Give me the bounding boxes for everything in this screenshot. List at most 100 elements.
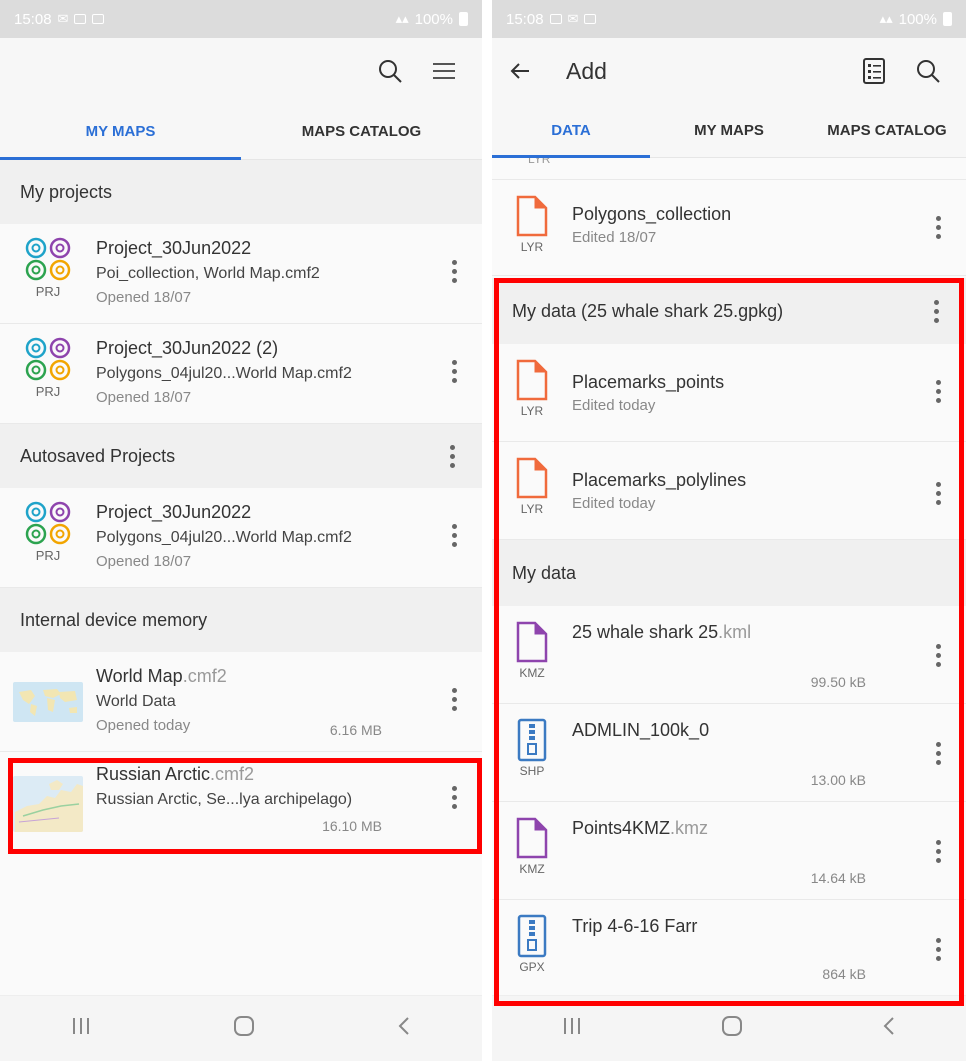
section-title: Internal device memory bbox=[20, 609, 208, 630]
layer-title: Polygons_collection bbox=[572, 204, 732, 224]
layer-title: Placemarks_points bbox=[572, 372, 725, 392]
more-options-icon[interactable] bbox=[442, 444, 462, 468]
map-item[interactable]: World Map.cmf2 World Data Opened today 6… bbox=[0, 652, 482, 752]
checklist-icon[interactable] bbox=[854, 51, 894, 91]
status-time: 15:08 bbox=[506, 10, 544, 28]
search-icon[interactable] bbox=[370, 51, 410, 91]
data-file-item[interactable]: GPX Trip 4-6-16 Farr 864 kB bbox=[492, 900, 966, 998]
project-meta: Opened 18/07 bbox=[96, 289, 192, 306]
layer-item[interactable]: LYR Placemarks_polylines Edited today bbox=[492, 442, 966, 540]
section-title: My data bbox=[512, 562, 577, 583]
more-options-icon[interactable] bbox=[444, 786, 464, 809]
file-type-label: LYR bbox=[520, 240, 544, 254]
project-item[interactable]: PRJ Project_30Jun2022 Poi_collection, Wo… bbox=[0, 224, 482, 324]
project-item[interactable]: PRJ Project_30Jun2022 Polygons_04jul20..… bbox=[0, 488, 482, 588]
file-extension: .kml bbox=[718, 622, 752, 642]
file-size: 99.50 kB bbox=[810, 674, 866, 690]
layer-meta: Edited today bbox=[572, 495, 656, 512]
file-title: 25 whale shark 25.kml bbox=[572, 622, 966, 643]
notification-icon: ✉ bbox=[57, 11, 69, 26]
more-options-icon[interactable] bbox=[928, 742, 948, 765]
more-options-icon[interactable] bbox=[928, 938, 948, 961]
layer-item[interactable]: LYR Polygons_collection Edited 18/07 bbox=[492, 180, 966, 276]
home-icon[interactable] bbox=[233, 1015, 255, 1042]
world-map-thumbnail bbox=[13, 682, 83, 722]
section-title: Autosaved Projects bbox=[20, 445, 176, 466]
recent-apps-icon[interactable] bbox=[71, 1017, 91, 1040]
project-meta: Opened 18/07 bbox=[96, 389, 192, 406]
map-meta: Opened today bbox=[96, 717, 191, 734]
section-title: My projects bbox=[20, 181, 113, 202]
project-pins-icon bbox=[25, 237, 71, 281]
back-icon[interactable] bbox=[882, 1016, 896, 1041]
back-icon[interactable] bbox=[397, 1016, 411, 1041]
page-title: Add bbox=[566, 57, 607, 84]
more-options-icon[interactable] bbox=[928, 482, 948, 505]
more-options-icon[interactable] bbox=[444, 360, 464, 383]
project-meta: Opened 18/07 bbox=[96, 553, 192, 570]
status-bar: 15:08 ✉ ▴▴ 100% bbox=[0, 0, 482, 38]
map-subtitle: World Data bbox=[96, 693, 176, 710]
russian-arctic-thumbnail bbox=[13, 776, 83, 832]
more-options-icon[interactable] bbox=[928, 840, 948, 863]
map-subtitle: Russian Arctic, Se...lya archipelago) bbox=[96, 791, 353, 808]
more-options-icon[interactable] bbox=[928, 644, 948, 667]
layer-file-icon bbox=[516, 359, 548, 401]
tab-maps-catalog[interactable]: MAPS CATALOG bbox=[241, 104, 482, 159]
file-icon-col: KMZ bbox=[492, 606, 572, 703]
data-file-item[interactable]: KMZ 25 whale shark 25.kml 99.50 kB bbox=[492, 606, 966, 704]
file-type-label: PRJ bbox=[35, 548, 61, 563]
tab-data[interactable]: DATA bbox=[492, 104, 650, 158]
layer-icon-col: LYR bbox=[492, 442, 572, 539]
tab-my-maps[interactable]: MY MAPS bbox=[0, 104, 241, 160]
home-icon[interactable] bbox=[721, 1015, 743, 1042]
file-type-label: GPX bbox=[519, 960, 545, 974]
file-name: 25 whale shark 25 bbox=[572, 622, 719, 642]
file-type-label: LYR bbox=[528, 158, 551, 166]
file-size: 864 kB bbox=[822, 966, 866, 982]
notification-icon: ✉ bbox=[567, 11, 579, 26]
file-title: ADMLIN_100k_0 bbox=[572, 720, 966, 741]
more-options-icon[interactable] bbox=[928, 216, 948, 239]
file-type-label: PRJ bbox=[35, 284, 61, 299]
more-options-icon[interactable] bbox=[444, 524, 464, 547]
left-screen: 15:08 ✉ ▴▴ 100% MY MAPS MAPS CATALOG My … bbox=[0, 0, 482, 1061]
project-pins-icon bbox=[25, 501, 71, 545]
layer-file-icon bbox=[516, 195, 548, 237]
status-time: 15:08 bbox=[14, 10, 52, 28]
map-thumbnail-col bbox=[0, 652, 96, 751]
map-extension: .cmf2 bbox=[182, 666, 227, 686]
recent-apps-icon[interactable] bbox=[562, 1017, 582, 1040]
more-options-icon[interactable] bbox=[444, 688, 464, 711]
more-options-icon[interactable] bbox=[926, 299, 946, 323]
menu-icon[interactable] bbox=[424, 51, 464, 91]
tab-my-maps[interactable]: MY MAPS bbox=[650, 104, 808, 157]
more-options-icon[interactable] bbox=[444, 260, 464, 283]
map-size: 6.16 MB bbox=[329, 722, 382, 738]
layer-meta: Edited 18/07 bbox=[572, 229, 657, 246]
file-extension: .kmz bbox=[670, 818, 709, 838]
file-name: Points4KMZ bbox=[572, 818, 671, 838]
project-item[interactable]: PRJ Project_30Jun2022 (2) Polygons_04jul… bbox=[0, 324, 482, 424]
file-type-label: PRJ bbox=[35, 384, 61, 399]
data-file-item[interactable]: SHP ADMLIN_100k_0 13.00 kB bbox=[492, 704, 966, 802]
data-file-item[interactable]: KMZ Points4KMZ.kmz 14.64 kB bbox=[492, 802, 966, 900]
layer-icon-col: LYR bbox=[492, 180, 572, 275]
project-title: Project_30Jun2022 bbox=[96, 238, 252, 258]
file-type-label: KMZ bbox=[519, 666, 545, 680]
layer-item[interactable]: LYR Placemarks_points Edited today bbox=[492, 344, 966, 442]
battery-text: 100% bbox=[414, 10, 453, 28]
project-icon: PRJ bbox=[0, 488, 96, 587]
tab-maps-catalog[interactable]: MAPS CATALOG bbox=[808, 104, 966, 157]
section-autosaved: Autosaved Projects bbox=[0, 424, 482, 488]
map-item[interactable]: Russian Arctic.cmf2 Russian Arctic, Se..… bbox=[0, 752, 482, 852]
zip-file-icon bbox=[517, 718, 547, 762]
search-icon[interactable] bbox=[908, 51, 948, 91]
project-pins-icon bbox=[25, 337, 71, 381]
more-options-icon[interactable] bbox=[928, 380, 948, 403]
tab-bar: DATA MY MAPS MAPS CATALOG bbox=[492, 104, 966, 158]
layer-title: Placemarks_polylines bbox=[572, 470, 747, 490]
map-title: World Map.cmf2 bbox=[96, 666, 482, 687]
section-my-projects: My projects bbox=[0, 160, 482, 224]
back-arrow-icon[interactable] bbox=[510, 62, 538, 80]
